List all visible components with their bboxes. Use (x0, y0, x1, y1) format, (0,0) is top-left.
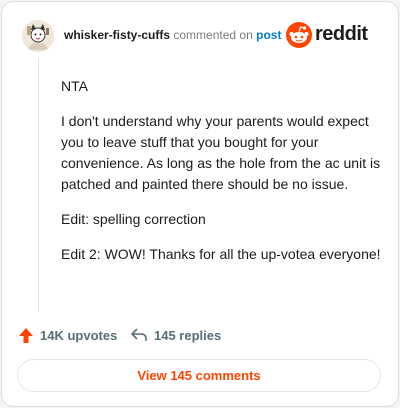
comment-body: NTA I don't understand why your parents … (61, 76, 383, 279)
comment-paragraph: I don't understand why your parents woul… (61, 113, 381, 192)
comment-paragraph: Edit 2: WOW! Thanks for all the up-votea… (61, 246, 381, 262)
thread-line (38, 58, 39, 312)
reddit-wordmark: reddit (315, 23, 368, 45)
username-link[interactable]: whisker-fisty-cuffs (64, 28, 170, 42)
comment-paragraph: Edit: spelling correction (61, 211, 206, 227)
post-link[interactable]: post (256, 28, 281, 42)
comment-card: whisker-fisty-cuffs commented on post re… (1, 1, 399, 407)
upvote-button[interactable]: 14K upvotes (18, 327, 117, 344)
commented-on-text: commented on (173, 28, 253, 42)
comment-paragraph: NTA (61, 78, 88, 94)
avatar-image (22, 20, 54, 52)
reddit-logo-icon (286, 22, 312, 48)
replies-button[interactable]: 145 replies (130, 327, 221, 343)
comment-meta: whisker-fisty-cuffs commented on post (64, 28, 281, 42)
upvotes-count: 14K upvotes (40, 328, 118, 343)
reply-arrow-icon (131, 328, 147, 341)
avatar[interactable] (22, 20, 54, 52)
replies-count: 145 replies (154, 327, 222, 343)
reddit-brand[interactable]: reddit (286, 22, 382, 48)
upvote-arrow-icon (19, 328, 33, 343)
comment-actions: 14K upvotes 145 replies (18, 327, 382, 347)
comment-header: whisker-fisty-cuffs commented on post re… (18, 18, 382, 54)
view-comments-button[interactable]: View 145 comments (17, 359, 381, 392)
